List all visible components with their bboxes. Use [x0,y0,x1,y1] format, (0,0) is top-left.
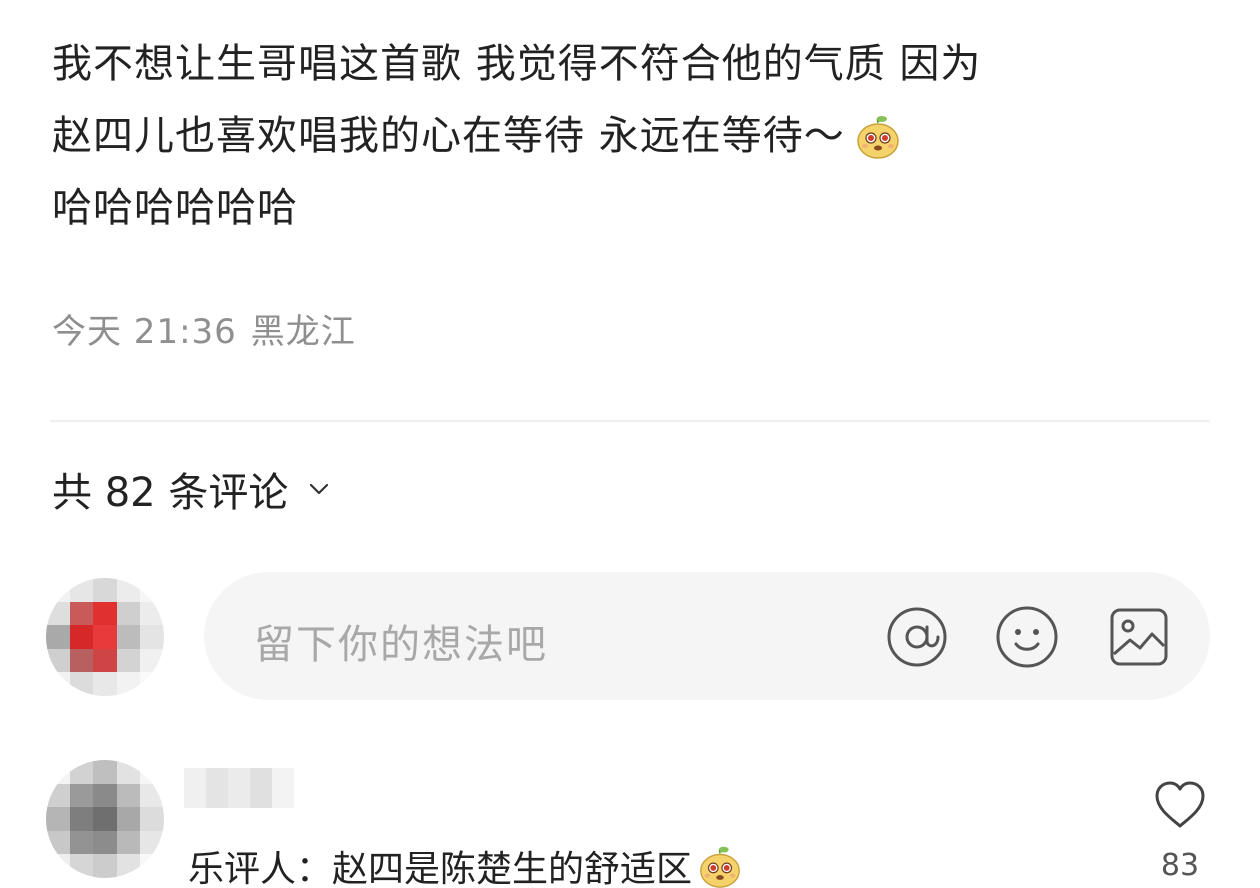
post-meta: 今天 21:36 黑龙江 [52,304,370,353]
commenter-avatar[interactable] [46,760,164,878]
post-line-2: 赵四儿也喜欢唱我的心在等待 永远在等待～ [52,100,1232,172]
chevron-down-icon [310,483,329,495]
post-body: 我不想让生哥唱这首歌 我觉得不符合他的气质 因为 赵四儿也喜欢唱我的心在等待 永… [52,28,1232,244]
my-avatar[interactable] [46,578,164,696]
post-line-1: 我不想让生哥唱这首歌 我觉得不符合他的气质 因为 [52,28,1232,100]
my-avatar-mosaic [46,578,164,696]
post-time: 今天 21:36 [52,312,237,352]
comment-input[interactable]: 留下你的想法吧 [204,572,1210,700]
cute-mascot-emoji-icon [856,116,899,159]
cute-mascot-emoji-icon [700,846,740,888]
comment-input-placeholder: 留下你的想法吧 [254,622,548,668]
post-location: 黑龙江 [250,312,356,352]
comment-text: 乐评人：赵四是陈楚生的舒适区 [188,849,693,888]
post-line-3-text: 哈哈哈哈哈哈 [52,185,298,231]
heart-icon[interactable] [1152,778,1208,834]
like-count: 83 [1160,848,1200,883]
smile-icon[interactable] [994,604,1060,670]
section-divider [50,420,1210,422]
image-icon[interactable] [1106,604,1172,670]
post-line-2-text: 赵四儿也喜欢唱我的心在等待 永远在等待～ [52,113,845,159]
comments-count-label: 共 82 条评论 [52,470,289,516]
at-icon[interactable] [884,604,950,670]
commenter-name-blurred[interactable] [184,768,294,808]
commenter-avatar-mosaic [46,760,164,878]
post-line-3: 哈哈哈哈哈哈 [52,172,1232,244]
post-line-1-text: 我不想让生哥唱这首歌 我觉得不符合他的气质 因为 [52,41,982,87]
comment-body: 乐评人：赵四是陈楚生的舒适区 [188,840,744,888]
comments-count-toggle[interactable]: 共 82 条评论 [52,460,330,518]
